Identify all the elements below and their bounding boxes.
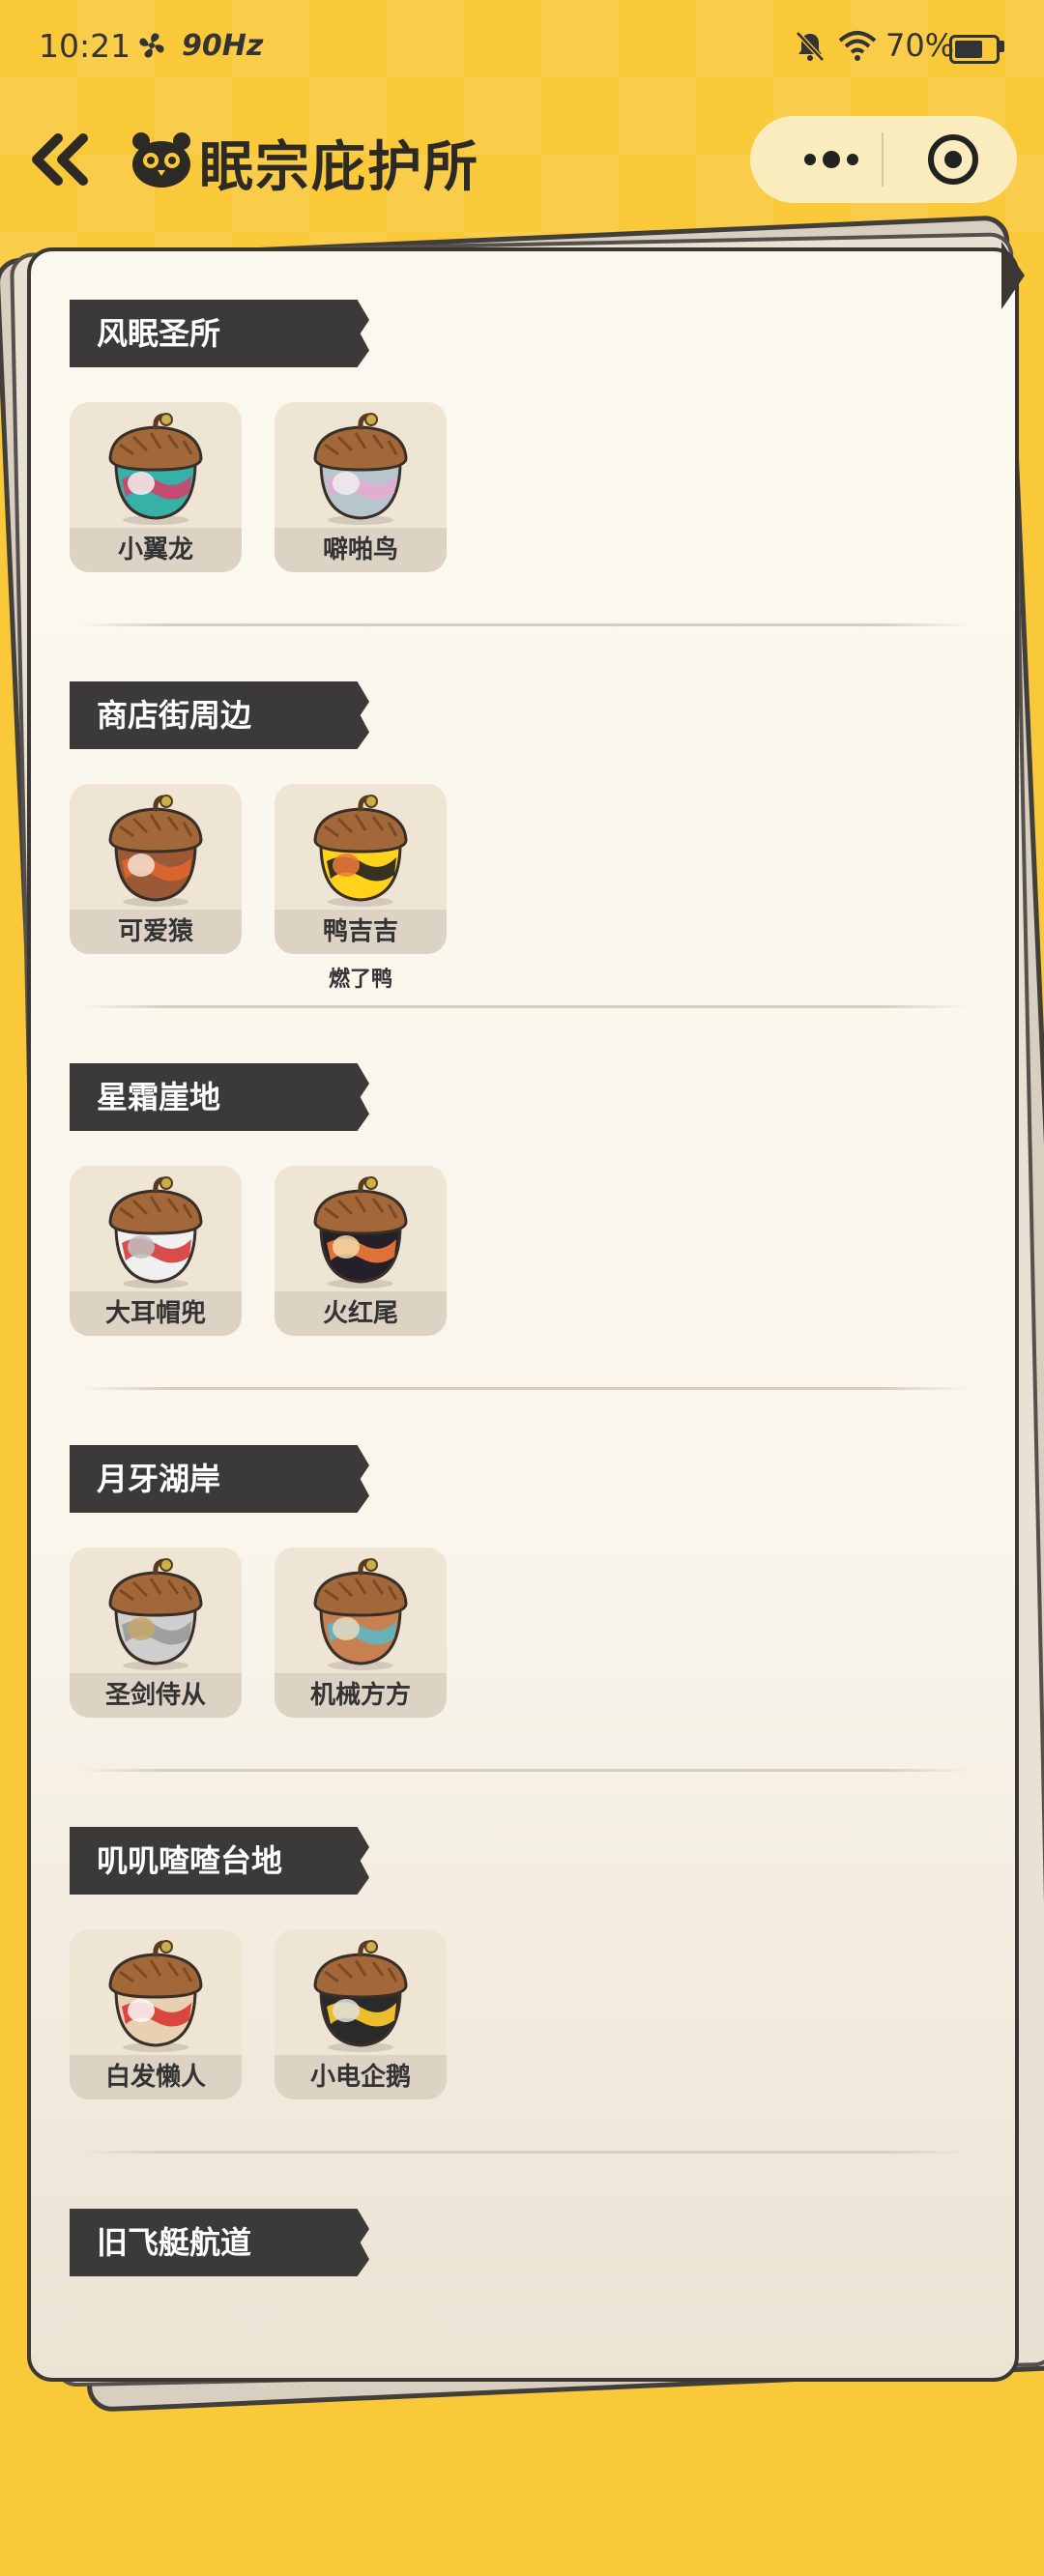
section-divider: [79, 2151, 969, 2154]
section-0: 风眠圣所小翼龙 噼啪鸟: [70, 300, 978, 667]
shelter-creature-card[interactable]: 鸭吉吉: [275, 784, 447, 954]
creature-name: 小电企鹅: [309, 2063, 411, 2092]
shelter-creature-card[interactable]: 噼啪鸟: [275, 402, 447, 572]
shelter-creature-card[interactable]: 小电企鹅: [275, 1929, 447, 2099]
shelter-creature-card[interactable]: 圣剑侍从: [70, 1548, 242, 1718]
section-title: 月牙湖岸: [97, 1461, 221, 1497]
page-title: 眠宗庇护所: [199, 136, 479, 199]
mute-bell-icon: [796, 31, 825, 62]
section-title: 商店街周边: [97, 697, 252, 734]
status-bar: 10:21 90Hz 70%: [0, 0, 1044, 93]
creature-name: 可爱猿: [117, 917, 193, 946]
creature-name: 大耳帽兜: [104, 1299, 206, 1328]
section-divider: [79, 1005, 969, 1008]
section-divider: [79, 623, 969, 626]
section-divider: [79, 1387, 969, 1390]
shelter-creature-card[interactable]: 火红尾: [275, 1166, 447, 1336]
back-double-chevron-icon[interactable]: [29, 130, 93, 188]
battery-icon: [949, 35, 1000, 64]
shelter-creature-card[interactable]: 小翼龙: [70, 402, 242, 572]
acorn-creature-icon: [101, 412, 211, 526]
shelter-creature-card-partial[interactable]: [275, 2311, 447, 2350]
shelter-creature-card[interactable]: 大耳帽兜: [70, 1166, 242, 1336]
creature-name: 小翼龙: [117, 535, 193, 564]
creature-name: 鸭吉吉: [322, 917, 398, 946]
acorn-creature-icon: [101, 1939, 211, 2053]
section-3: 月牙湖岸圣剑侍从 机械方方: [70, 1445, 978, 1812]
section-5: 旧飞艇航道: [70, 2209, 978, 2576]
section-title: 星霜崖地: [97, 1079, 221, 1115]
close-target-icon[interactable]: [913, 128, 994, 191]
section-title: 旧飞艇航道: [97, 2224, 252, 2261]
section-title: 叽叽喳喳台地: [97, 1842, 283, 1879]
status-time: 10:21: [39, 27, 131, 65]
shelter-creature-card[interactable]: 可爱猿: [70, 784, 242, 954]
battery-level-fill: [955, 41, 982, 58]
section-2: 星霜崖地大耳帽兜 火红尾: [70, 1063, 978, 1431]
battery-tip: [1000, 41, 1004, 52]
creature-name: 白发懒人: [104, 2063, 206, 2092]
acorn-creature-icon: [305, 1939, 416, 2053]
more-options-icon[interactable]: [781, 128, 882, 191]
creature-name: 机械方方: [309, 1681, 411, 1710]
acorn-creature-icon: [101, 794, 211, 908]
section-1: 商店街周边可爱猿 鸭吉吉燃了鸭: [70, 681, 978, 1049]
creature-name: 圣剑侍从: [104, 1681, 206, 1710]
section-4: 叽叽喳喳台地白发懒人 小电企鹅: [70, 1827, 978, 2194]
acorn-creature-icon: [305, 412, 416, 526]
creature-name: 火红尾: [322, 1299, 398, 1328]
shelter-creature-card[interactable]: 机械方方: [275, 1548, 447, 1718]
acorn-creature-icon: [101, 1557, 211, 1671]
creature-name: 噼啪鸟: [322, 535, 398, 564]
wifi-icon: [838, 31, 877, 61]
acorn-creature-icon: [305, 794, 416, 908]
shelter-creature-card[interactable]: 白发懒人: [70, 1929, 242, 2099]
refresh-rate-label: 90Hz: [182, 29, 264, 63]
battery-percent: 70%: [885, 27, 955, 64]
capsule-divider: [882, 132, 884, 187]
acorn-creature-icon: [305, 1175, 416, 1289]
section-divider: [79, 1769, 969, 1772]
section-title: 风眠圣所: [97, 315, 221, 352]
shelter-creature-card-partial[interactable]: [70, 2311, 242, 2350]
owl-logo-icon: [132, 132, 190, 188]
acorn-creature-icon: [101, 1175, 211, 1289]
acorn-creature-icon: [305, 1557, 416, 1671]
creature-extra-note: 燃了鸭: [328, 968, 392, 992]
fan-icon: [139, 33, 164, 58]
